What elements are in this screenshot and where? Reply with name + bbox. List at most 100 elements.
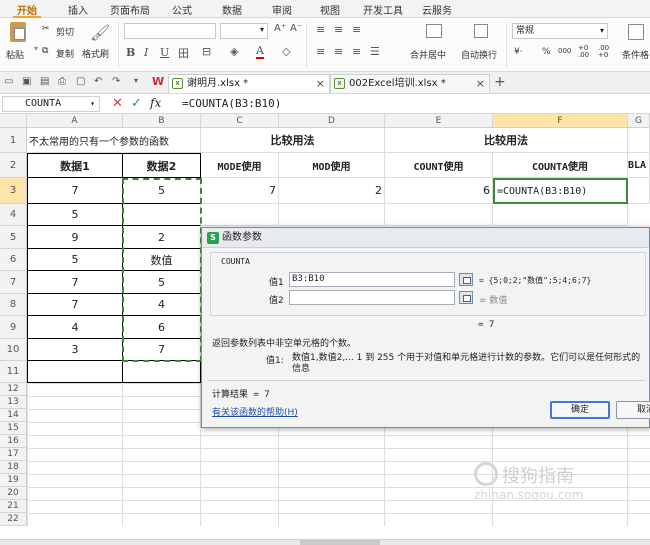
scrollbar-thumb[interactable] bbox=[300, 540, 380, 545]
help-link[interactable]: 有关该函数的帮助(H) bbox=[212, 405, 298, 418]
cell-c3[interactable]: 7 bbox=[201, 178, 279, 204]
row-header[interactable]: 3 bbox=[0, 178, 27, 204]
insert-function-button[interactable]: fx bbox=[150, 96, 161, 110]
column-header-d[interactable]: D bbox=[279, 114, 385, 128]
conditional-format-icon[interactable] bbox=[628, 24, 644, 40]
cell-f4[interactable] bbox=[493, 204, 628, 226]
cell-e4[interactable] bbox=[385, 204, 493, 226]
paste-button[interactable]: 粘贴 bbox=[6, 48, 24, 61]
cell-d3[interactable]: 2 bbox=[279, 178, 385, 204]
row-header[interactable]: 4 bbox=[0, 204, 27, 226]
close-tab-icon[interactable]: × bbox=[316, 75, 325, 92]
font-shrink-button[interactable]: A⁻ bbox=[290, 23, 302, 34]
paste-dropdown-icon[interactable]: ▾ bbox=[34, 44, 38, 53]
cell-e3[interactable]: 6 bbox=[385, 178, 493, 204]
select-all-corner[interactable] bbox=[0, 114, 27, 128]
cell-a4[interactable]: 5 bbox=[27, 204, 123, 226]
font-name-select[interactable] bbox=[124, 23, 216, 39]
row-header[interactable]: 6 bbox=[0, 249, 27, 271]
merge-center-icon[interactable] bbox=[426, 24, 442, 38]
row-header[interactable]: 14 bbox=[0, 409, 27, 422]
row-header[interactable]: 16 bbox=[0, 435, 27, 448]
row-header[interactable]: 7 bbox=[0, 271, 27, 294]
cell-e1[interactable]: 比较用法 bbox=[385, 128, 628, 153]
border-style-icon[interactable]: ⊟ bbox=[202, 45, 211, 58]
column-header-b[interactable]: B bbox=[123, 114, 201, 128]
copy-icon[interactable]: ⧉ bbox=[42, 46, 48, 56]
close-tab-icon[interactable]: × bbox=[476, 75, 485, 92]
tab-home[interactable]: 开始 bbox=[13, 2, 41, 18]
doc-tab[interactable]: x 002Excel培训.xlsx * × bbox=[330, 74, 490, 93]
underline-button[interactable]: U bbox=[160, 46, 169, 59]
cancel-button[interactable]: 取消 bbox=[616, 401, 650, 419]
align-bottom-icon[interactable]: ≡ bbox=[352, 23, 361, 36]
doc-tab-active[interactable]: x 谢明月.xlsx * × bbox=[168, 74, 330, 93]
tab-data[interactable]: 数据 bbox=[222, 2, 242, 17]
column-header-f[interactable]: F bbox=[493, 114, 628, 128]
align-middle-icon[interactable]: ≡ bbox=[334, 23, 343, 36]
align-right-icon[interactable]: ≡ bbox=[352, 45, 361, 58]
arg1-range-picker-icon[interactable] bbox=[459, 273, 473, 286]
tab-developer[interactable]: 开发工具 bbox=[363, 2, 403, 17]
dialog-title-bar[interactable]: S 函数参数 bbox=[202, 228, 649, 248]
cancel-formula-icon[interactable]: ✕ bbox=[112, 96, 123, 111]
row-header[interactable]: 8 bbox=[0, 294, 27, 316]
cell-a1[interactable]: 不太常用的只有一个参数的函数 bbox=[27, 128, 201, 153]
number-format-select[interactable]: 常规 ▾ bbox=[512, 23, 608, 39]
wrap-text-icon[interactable] bbox=[474, 24, 488, 38]
row-header[interactable]: 5 bbox=[0, 226, 27, 249]
justify-icon[interactable]: ☰ bbox=[370, 45, 380, 58]
merge-center-button[interactable]: 合并居中 bbox=[410, 48, 446, 61]
row-header[interactable]: 15 bbox=[0, 422, 27, 435]
tab-page-layout[interactable]: 页面布局 bbox=[110, 2, 150, 17]
cell-a11[interactable] bbox=[27, 361, 123, 383]
cell-b2[interactable]: 数据2 bbox=[123, 153, 201, 178]
cell-c1[interactable]: 比较用法 bbox=[201, 128, 385, 153]
decrease-decimal-button[interactable]: .00 +0 bbox=[598, 45, 612, 59]
cut-icon[interactable]: ✂ bbox=[42, 24, 50, 34]
row-header[interactable]: 17 bbox=[0, 448, 27, 461]
row-header[interactable]: 21 bbox=[0, 500, 27, 513]
row-header[interactable]: 2 bbox=[0, 153, 27, 178]
italic-button[interactable]: I bbox=[144, 46, 148, 59]
column-header-c[interactable]: C bbox=[201, 114, 279, 128]
row-header[interactable]: 22 bbox=[0, 513, 27, 526]
cell-a2[interactable]: 数据1 bbox=[27, 153, 123, 178]
cell-a8[interactable]: 7 bbox=[27, 294, 123, 316]
fill-color-icon[interactable]: ◈ bbox=[230, 45, 238, 58]
print-preview-icon[interactable]: ▢ bbox=[76, 76, 85, 87]
cell-f3-active[interactable]: =COUNTA(B3:B10) bbox=[493, 178, 628, 204]
row-header[interactable]: 12 bbox=[0, 383, 27, 396]
cell-g1[interactable] bbox=[628, 128, 650, 153]
row-header[interactable]: 20 bbox=[0, 487, 27, 500]
arg1-input[interactable]: B3:B10 bbox=[289, 272, 455, 287]
thousands-button[interactable]: 000 bbox=[558, 47, 571, 55]
save-icon[interactable]: ▣ bbox=[22, 76, 31, 87]
clear-format-icon[interactable]: ◇ bbox=[282, 45, 290, 58]
cell-d4[interactable] bbox=[279, 204, 385, 226]
font-grow-button[interactable]: A⁺ bbox=[274, 23, 286, 34]
tab-formulas[interactable]: 公式 bbox=[172, 2, 192, 17]
increase-decimal-button[interactable]: +0 .00 bbox=[578, 45, 592, 59]
row-header[interactable]: 11 bbox=[0, 361, 27, 383]
bold-button[interactable]: B bbox=[126, 46, 135, 59]
column-header-a[interactable]: A bbox=[27, 114, 123, 128]
cell-c4[interactable] bbox=[201, 204, 279, 226]
cell-g2[interactable]: BLA bbox=[628, 153, 650, 178]
formula-input[interactable]: =COUNTA(B3:B10) bbox=[182, 97, 281, 110]
tab-cloud[interactable]: 云服务 bbox=[422, 2, 452, 17]
cell-a10[interactable]: 3 bbox=[27, 339, 123, 361]
cell-g3[interactable] bbox=[628, 178, 650, 204]
quick-access-dropdown-icon[interactable]: ▾ bbox=[134, 76, 138, 85]
align-left-icon[interactable]: ≡ bbox=[316, 45, 325, 58]
cell-d2[interactable]: MOD使用 bbox=[279, 153, 385, 178]
tab-insert[interactable]: 插入 bbox=[68, 2, 88, 17]
row-header[interactable]: 19 bbox=[0, 474, 27, 487]
cut-button[interactable]: 剪切 bbox=[56, 25, 74, 38]
redo-icon[interactable]: ↷ bbox=[112, 76, 120, 87]
print-icon[interactable]: ⎙ bbox=[58, 76, 66, 87]
currency-format-icon[interactable]: ¥· bbox=[514, 47, 523, 57]
column-header-e[interactable]: E bbox=[385, 114, 493, 128]
paste-icon[interactable] bbox=[10, 22, 26, 42]
cell-a9[interactable]: 4 bbox=[27, 316, 123, 339]
